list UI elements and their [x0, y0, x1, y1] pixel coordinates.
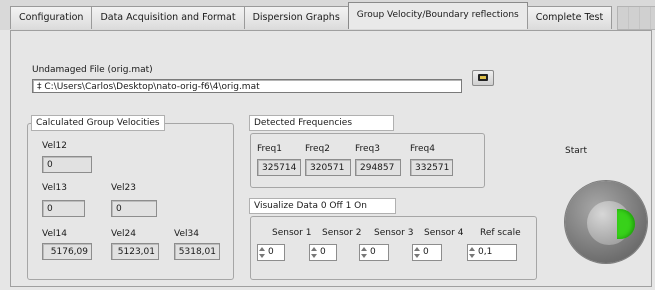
- vel12-label: Vel12: [42, 141, 67, 151]
- vel23-indicator: 0: [111, 200, 157, 217]
- sensor1-stepper-icon[interactable]: [258, 245, 266, 260]
- undamaged-file-path-field[interactable]: ‡ C:\Users\Carlos\Desktop\nato-orig-f6\4…: [32, 79, 462, 93]
- path-prefix-glyph: ‡: [37, 82, 42, 92]
- vel13-label: Vel13: [42, 183, 67, 193]
- tab-strip-empty-area: [617, 6, 655, 30]
- freq1-indicator: 325714: [257, 159, 301, 176]
- vel34-indicator: 5318,01: [174, 243, 220, 260]
- sensor3-label: Sensor 3: [374, 228, 414, 238]
- sensor3-stepper-icon[interactable]: [360, 245, 368, 260]
- start-button-face: [587, 201, 635, 245]
- sensor1-label: Sensor 1: [272, 228, 312, 238]
- tab-dispersion-graphs[interactable]: Dispersion Graphs: [243, 6, 349, 29]
- play-arrow-icon: [617, 209, 635, 239]
- sensor1-value: 0: [268, 247, 274, 257]
- freq4-label: Freq4: [410, 144, 436, 154]
- start-label: Start: [565, 146, 587, 156]
- vel14-label: Vel14: [42, 229, 67, 239]
- vel13-indicator: 0: [42, 200, 85, 217]
- vel12-indicator: 0: [42, 156, 92, 173]
- vel24-indicator: 5123,01: [111, 243, 159, 260]
- freq3-indicator: 294857: [355, 159, 401, 176]
- sensor2-stepper-icon[interactable]: [310, 245, 318, 260]
- vel23-label: Vel23: [111, 183, 136, 193]
- sensor3-numeric-control[interactable]: 0: [359, 244, 389, 261]
- tab-group-velocity-boundary-reflections[interactable]: Group Velocity/Boundary reflections: [347, 2, 528, 29]
- detected-frequencies-title: Detected Frequencies: [249, 115, 394, 131]
- ref-scale-numeric-control[interactable]: 0,1: [467, 244, 517, 261]
- sensor4-label: Sensor 4: [424, 228, 464, 238]
- undamaged-file-label: Undamaged File (orig.mat): [32, 65, 153, 75]
- vel34-label: Vel34: [174, 229, 199, 239]
- undamaged-file-path-value: C:\Users\Carlos\Desktop\nato-orig-f6\4\o…: [44, 82, 260, 92]
- browse-file-button[interactable]: [472, 70, 494, 86]
- sensor2-numeric-control[interactable]: 0: [309, 244, 337, 261]
- sensor4-value: 0: [423, 247, 429, 257]
- sensor4-numeric-control[interactable]: 0: [412, 244, 442, 261]
- freq2-indicator: 320571: [305, 159, 351, 176]
- tab-complete-test[interactable]: Complete Test: [526, 6, 613, 29]
- sensor2-value: 0: [320, 247, 326, 257]
- ref-scale-label: Ref scale: [480, 228, 521, 238]
- ref-scale-value: 0,1: [478, 247, 493, 257]
- sensor2-label: Sensor 2: [322, 228, 362, 238]
- freq1-label: Freq1: [257, 144, 283, 154]
- tab-bar: Configuration Data Acquisition and Forma…: [0, 0, 655, 30]
- folder-icon: [478, 74, 488, 81]
- sensor3-value: 0: [370, 247, 376, 257]
- sensor1-numeric-control[interactable]: 0: [257, 244, 285, 261]
- group-velocities-title: Calculated Group Velocities: [31, 115, 165, 131]
- tab-data-acquisition-and-format[interactable]: Data Acquisition and Format: [91, 6, 245, 29]
- sensor4-stepper-icon[interactable]: [413, 245, 421, 260]
- freq3-label: Freq3: [355, 144, 381, 154]
- freq2-label: Freq2: [305, 144, 331, 154]
- freq4-indicator: 332571: [410, 159, 453, 176]
- vel24-label: Vel24: [111, 229, 136, 239]
- vel14-indicator: 5176,09: [42, 243, 92, 260]
- ref-scale-stepper-icon[interactable]: [468, 245, 476, 260]
- visualize-data-title: Visualize Data 0 Off 1 On: [249, 198, 396, 214]
- tab-configuration[interactable]: Configuration: [10, 6, 93, 29]
- start-button[interactable]: [565, 181, 647, 263]
